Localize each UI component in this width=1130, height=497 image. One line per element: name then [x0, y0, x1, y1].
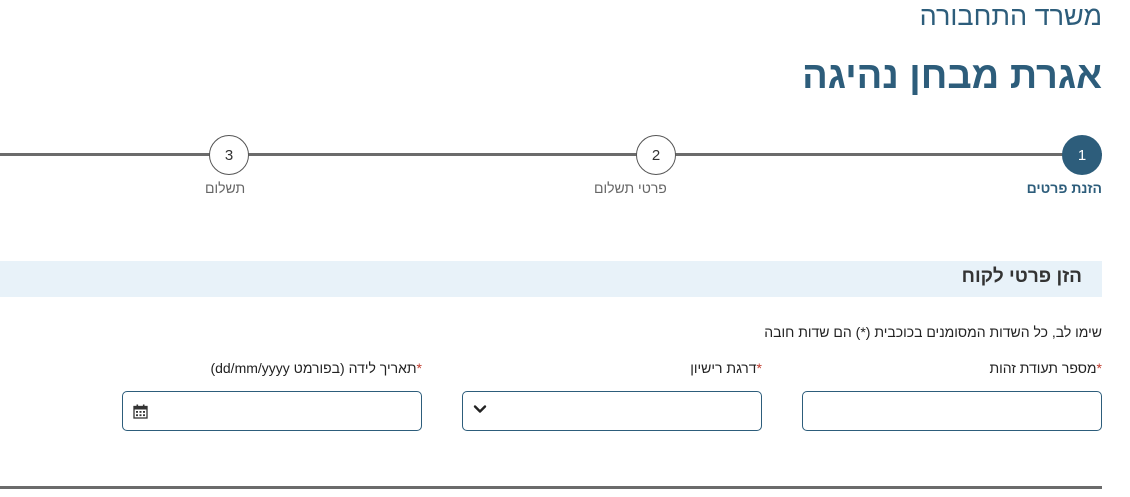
section-header-bar: [0, 261, 1102, 297]
chevron-down-icon: [473, 405, 487, 413]
id-number-input[interactable]: [802, 391, 1102, 431]
license-grade-label: *דרגת רישיון: [690, 360, 762, 376]
step-3-number: 3: [224, 146, 234, 164]
required-fields-notice: שימו לב, כל השדות המסומנים בכוכבית (*) ה…: [764, 324, 1102, 340]
step-2-circle: 2: [636, 135, 676, 175]
birth-date-input[interactable]: [122, 391, 422, 431]
step-3-circle: 3: [209, 135, 249, 175]
step-2-number: 2: [651, 146, 661, 164]
required-asterisk: *: [756, 360, 762, 376]
id-number-label-text: מספר תעודת זהות: [989, 360, 1097, 376]
step-1-circle: 1: [1062, 135, 1102, 175]
birth-date-label-text: תאריך לידה (בפורמט dd/mm/yyyy): [210, 360, 417, 376]
license-grade-label-text: דרגת רישיון: [690, 360, 757, 376]
bottom-divider: [0, 486, 1102, 489]
required-asterisk: *: [416, 360, 422, 376]
id-number-label: *מספר תעודת זהות: [989, 360, 1102, 376]
step-1-number: 1: [1077, 146, 1087, 164]
step-3-label: תשלום: [205, 180, 246, 196]
section-title: הזן פרטי לקוח: [961, 266, 1082, 287]
page-title: אגרת מבחן נהיגה: [802, 55, 1102, 97]
page: משרד התחבורה אגרת מבחן נהיגה 1 הזנת פרטי…: [0, 0, 1130, 497]
ministry-name: משרד התחבורה: [919, 1, 1102, 31]
step-1-label: הזנת פרטים: [1026, 180, 1102, 196]
required-asterisk: *: [1096, 360, 1102, 376]
step-2-label: פרטי תשלום: [594, 180, 667, 196]
calendar-icon[interactable]: [133, 404, 148, 419]
birth-date-label: *תאריך לידה (בפורמט dd/mm/yyyy): [210, 360, 422, 376]
stepper-line: [0, 153, 1102, 156]
license-grade-select[interactable]: [462, 391, 762, 431]
